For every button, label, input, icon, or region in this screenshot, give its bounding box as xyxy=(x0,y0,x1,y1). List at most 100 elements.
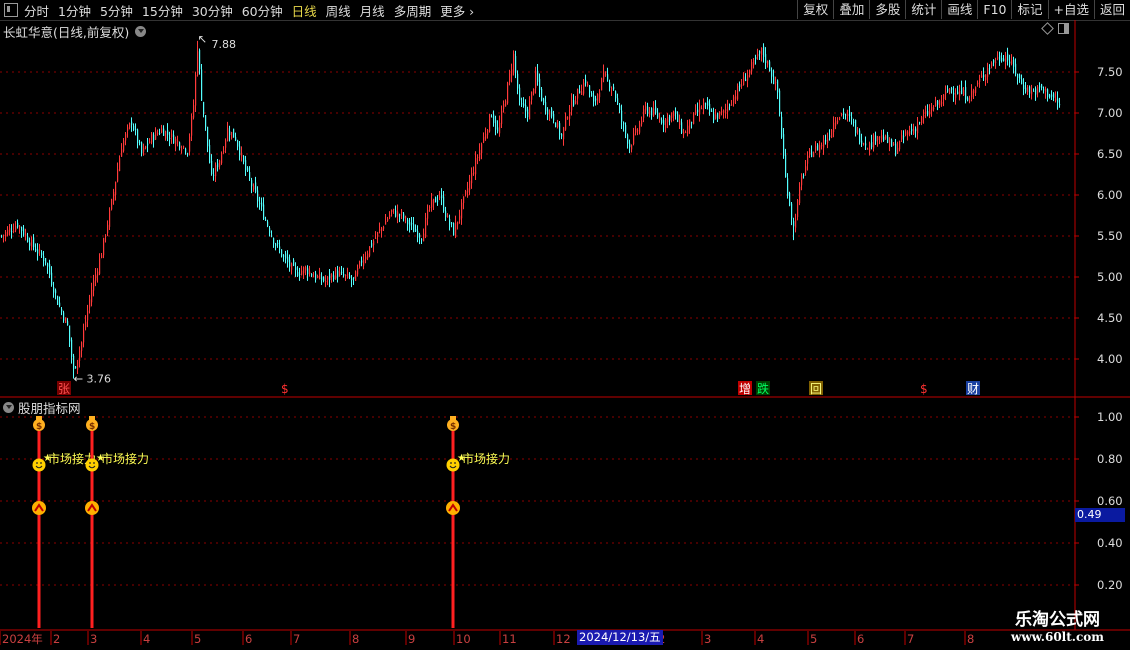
date-tick-label: 11 xyxy=(502,632,517,646)
candle xyxy=(573,94,575,107)
candle xyxy=(79,346,81,368)
candle-body xyxy=(191,115,193,136)
candle-body xyxy=(37,249,39,254)
candle xyxy=(655,100,657,115)
candle xyxy=(409,218,411,233)
candle-body xyxy=(51,272,53,285)
candle xyxy=(915,126,917,138)
candle-body xyxy=(243,156,245,162)
candle xyxy=(87,304,89,328)
candle-body xyxy=(561,133,563,137)
candle-body xyxy=(113,191,115,201)
candle-body xyxy=(639,123,641,133)
candle xyxy=(27,232,29,243)
candle xyxy=(265,216,267,222)
candle-body xyxy=(335,269,337,279)
candle xyxy=(651,107,653,120)
candle xyxy=(45,258,47,266)
candle-body xyxy=(775,82,777,84)
candle-body xyxy=(885,135,887,139)
candle xyxy=(921,115,923,126)
candle xyxy=(153,132,155,148)
candle-body xyxy=(983,74,985,78)
candle xyxy=(19,225,21,234)
candle xyxy=(991,61,993,69)
candle xyxy=(423,228,425,242)
candle-body xyxy=(287,256,289,263)
candle xyxy=(365,251,367,264)
candle-body xyxy=(201,69,203,101)
candle-body xyxy=(403,213,405,219)
candle-body xyxy=(1007,53,1009,61)
candle xyxy=(3,234,5,243)
candle-body xyxy=(153,134,155,141)
candle-body xyxy=(919,122,921,124)
candle xyxy=(673,110,675,122)
candle-body xyxy=(143,147,145,152)
candle xyxy=(205,114,207,131)
candle xyxy=(419,232,421,245)
candle-body xyxy=(329,273,331,281)
candle-body xyxy=(669,115,671,121)
candle xyxy=(641,116,643,127)
kline-chart[interactable]: 7.50 7.00 6.50 6.00 5.50 5.00 4.50 4.00 ↖ 7.88 ← 3.… xyxy=(0,0,1130,650)
candle-body xyxy=(847,113,849,116)
candle-body xyxy=(141,142,143,154)
candle-body xyxy=(301,270,303,275)
candle xyxy=(883,129,885,142)
candle-body xyxy=(425,217,427,237)
candle-body xyxy=(825,139,827,142)
candle-body xyxy=(657,112,659,118)
candle-body xyxy=(467,188,469,193)
candle-body xyxy=(417,230,419,238)
candle-body xyxy=(171,133,173,138)
candle xyxy=(173,130,175,144)
candle xyxy=(661,117,663,125)
watermark: 乐淘公式网 www.60lt.com xyxy=(985,605,1130,644)
indicator-panel: $★市场接力$★市场接力$★市场接力 xyxy=(32,416,510,628)
candle xyxy=(685,130,687,134)
candle xyxy=(857,127,859,135)
candle-body xyxy=(277,242,279,245)
candle xyxy=(745,73,747,82)
candle xyxy=(949,87,951,95)
candle xyxy=(707,97,709,110)
candle xyxy=(215,162,217,183)
candle-body xyxy=(209,145,211,163)
candle-body xyxy=(849,111,851,117)
candle-body xyxy=(751,62,753,72)
candle xyxy=(741,79,743,89)
candle xyxy=(849,105,851,122)
candle-body xyxy=(193,105,195,118)
candle xyxy=(23,225,25,237)
candle xyxy=(295,262,297,277)
candle xyxy=(811,145,813,158)
candle xyxy=(1007,47,1009,66)
candle xyxy=(285,250,287,264)
candle-body xyxy=(369,246,371,256)
candle-body xyxy=(179,142,181,149)
candle xyxy=(375,231,377,239)
candle xyxy=(157,129,159,136)
candle xyxy=(989,64,991,75)
candle xyxy=(863,142,865,146)
candle-body xyxy=(879,136,881,138)
candle-body xyxy=(915,128,917,132)
candle xyxy=(817,143,819,151)
candle xyxy=(799,182,801,206)
candle-body xyxy=(949,88,951,94)
candle xyxy=(363,253,365,270)
indicator-dropdown-icon[interactable] xyxy=(3,402,14,413)
candle xyxy=(771,67,773,84)
candle-body xyxy=(1051,94,1053,97)
candle-body xyxy=(499,122,501,134)
candle-body xyxy=(581,91,583,95)
candle-body xyxy=(101,255,103,259)
candle-body xyxy=(39,249,41,252)
candle-body xyxy=(437,200,439,202)
smiley-eye xyxy=(93,462,95,464)
candle xyxy=(931,102,933,117)
candle-body xyxy=(117,169,119,182)
price-tick-label: 4.00 xyxy=(1097,352,1123,366)
candle xyxy=(325,275,327,288)
